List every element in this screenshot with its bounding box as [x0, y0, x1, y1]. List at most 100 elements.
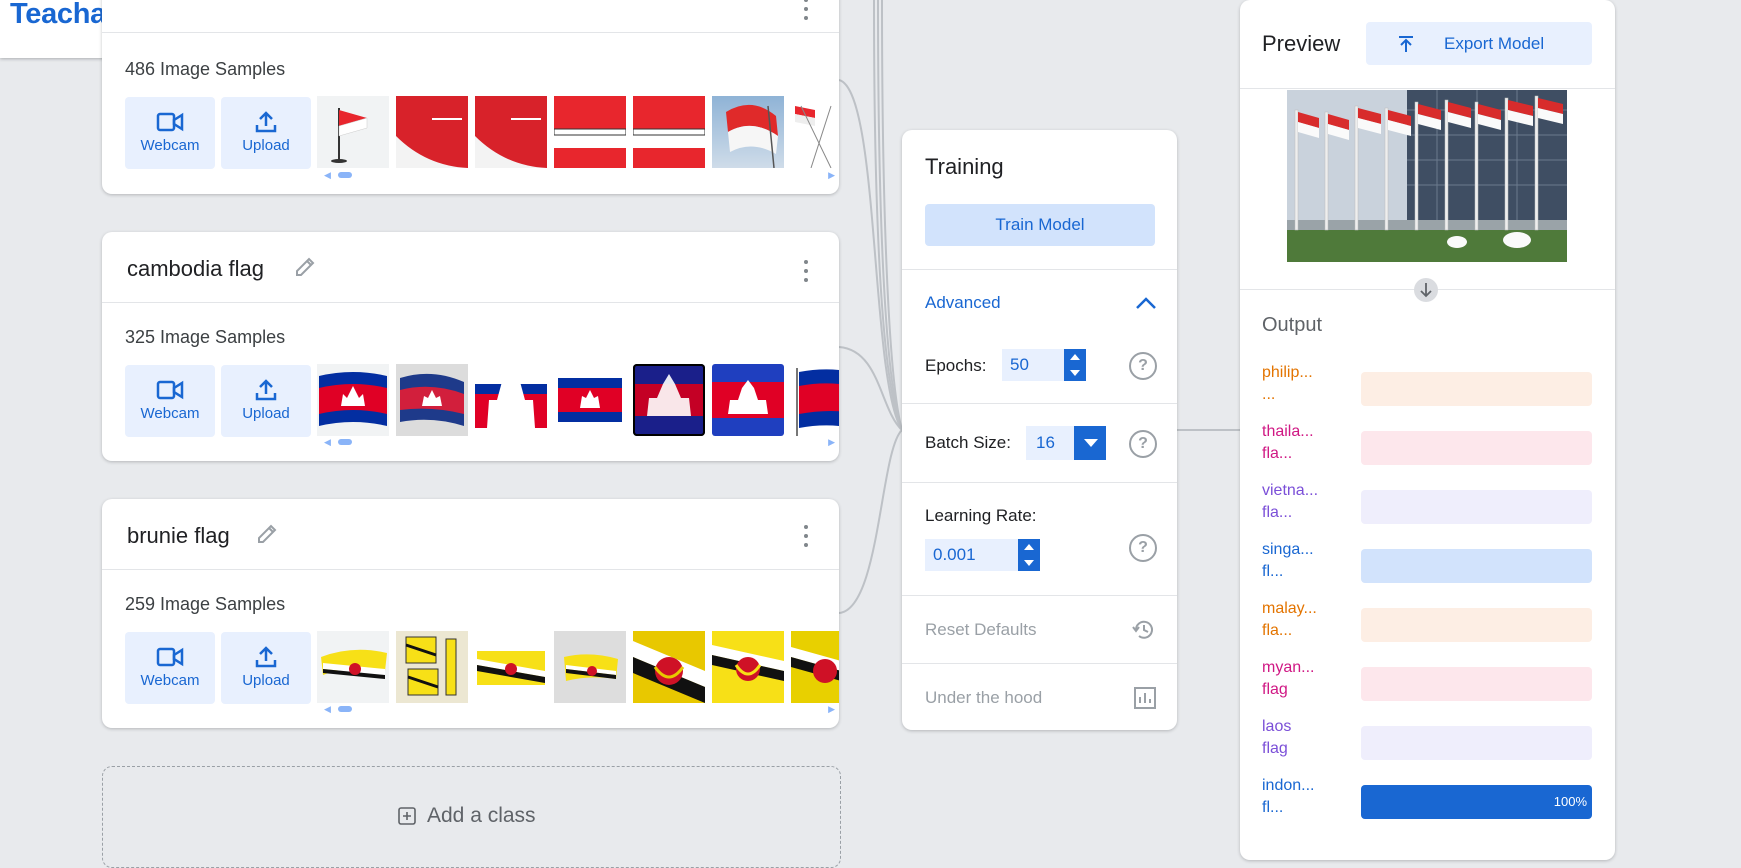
webcam-button[interactable]: Webcam [125, 632, 215, 704]
help-icon[interactable]: ? [1129, 430, 1157, 458]
output-row: singa... fl... [1262, 539, 1592, 589]
webcam-icon [156, 380, 184, 400]
sample-thumbnail[interactable] [554, 631, 626, 703]
learning-rate-label: Learning Rate: [925, 506, 1037, 525]
more-options-icon[interactable] [803, 0, 809, 20]
epochs-input[interactable]: 50 [1002, 349, 1086, 381]
output-label: indon... fl... [1262, 777, 1315, 816]
divider [902, 595, 1177, 596]
output-label: myan... flag [1262, 659, 1315, 698]
sample-thumbnail[interactable] [317, 364, 389, 436]
train-model-button[interactable]: Train Model [925, 204, 1155, 246]
dropdown-arrow-icon[interactable] [1074, 426, 1106, 460]
sample-thumbnail[interactable] [475, 96, 547, 168]
divider [902, 663, 1177, 664]
output-row: philip... ... [1262, 362, 1592, 412]
webcam-button[interactable]: Webcam [125, 97, 215, 169]
sample-thumbnails[interactable] [317, 631, 839, 705]
help-icon[interactable]: ? [1129, 352, 1157, 380]
sample-thumbnail[interactable] [475, 631, 547, 703]
sample-thumbnail[interactable] [712, 364, 784, 436]
sample-thumbnail[interactable] [317, 631, 389, 703]
output-title: Output [1262, 314, 1323, 336]
upload-button[interactable]: Upload [221, 365, 311, 437]
arrow-down-icon[interactable] [1414, 278, 1438, 302]
upload-icon [255, 646, 277, 668]
output-label: singa... fl... [1262, 541, 1314, 580]
history-icon[interactable] [1131, 617, 1157, 643]
epochs-stepper[interactable] [1064, 349, 1086, 381]
learning-rate-input[interactable]: 0.001 [925, 539, 1040, 571]
thumbnail-scrollbar[interactable]: ◀ ▶ [324, 704, 839, 714]
samples-count: 325 Image Samples [125, 327, 286, 347]
edit-pencil-icon[interactable] [292, 254, 318, 280]
epochs-label: Epochs: [925, 356, 987, 375]
preview-image [1287, 90, 1567, 262]
sample-thumbnail[interactable] [712, 96, 784, 168]
output-label: vietna... fla... [1262, 482, 1319, 521]
sample-thumbnail[interactable] [791, 631, 839, 703]
sample-thumbnail[interactable] [396, 631, 468, 703]
confidence-bar [1361, 490, 1592, 524]
bar-chart-icon[interactable] [1133, 686, 1157, 710]
sample-thumbnail[interactable] [554, 96, 626, 168]
under-the-hood-button[interactable]: Under the hood [925, 688, 1042, 708]
samples-count: 486 Image Samples [125, 59, 286, 79]
export-icon [1399, 36, 1413, 52]
samples-count: 259 Image Samples [125, 594, 286, 614]
add-class-button[interactable]: Add a class [102, 766, 841, 868]
output-label: malay... fla... [1262, 600, 1317, 639]
confidence-bar [1361, 726, 1592, 760]
sample-thumbnail[interactable] [712, 631, 784, 703]
class-header: brunie flag [102, 499, 839, 570]
webcam-button[interactable]: Webcam [125, 365, 215, 437]
sample-thumbnail[interactable] [317, 96, 389, 168]
advanced-toggle[interactable]: Advanced [925, 293, 1001, 313]
sample-thumbnails[interactable] [317, 96, 839, 170]
output-label: laos flag [1262, 718, 1292, 757]
sample-thumbnail[interactable] [791, 96, 839, 168]
thumbnail-scrollbar[interactable]: ◀ ▶ [324, 437, 839, 447]
sample-thumbnail[interactable] [396, 96, 468, 168]
upload-button[interactable]: Upload [221, 97, 311, 169]
upload-icon [255, 111, 277, 133]
confidence-bar [1361, 608, 1592, 642]
training-panel: Training Train Model Advanced Epochs: 50… [902, 130, 1177, 730]
confidence-bar [1361, 549, 1592, 583]
sample-thumbnail[interactable] [633, 96, 705, 168]
sample-thumbnail[interactable] [554, 364, 626, 436]
more-options-icon[interactable] [803, 260, 809, 282]
output-label: philip... ... [1262, 364, 1313, 403]
sample-thumbnails[interactable] [317, 364, 839, 438]
more-options-icon[interactable] [803, 525, 809, 547]
sample-thumbnail[interactable] [475, 364, 547, 436]
output-row: thaila... fla... [1262, 421, 1592, 471]
confidence-bar [1361, 372, 1592, 406]
class-name[interactable]: cambodia flag [127, 256, 264, 282]
sample-thumbnail[interactable] [633, 631, 705, 703]
export-model-button[interactable]: Export Model [1366, 22, 1592, 65]
upload-icon [255, 379, 277, 401]
upload-button[interactable]: Upload [221, 632, 311, 704]
class-card: brunie flag 259 Image Samples Webcam Upl… [102, 499, 839, 728]
confidence-bar [1361, 667, 1592, 701]
class-card: 486 Image Samples Webcam Upload ◀ ▶ [102, 0, 839, 194]
confidence-bar: 100% [1361, 785, 1592, 819]
webcam-icon [156, 112, 184, 132]
reset-defaults-button[interactable]: Reset Defaults [925, 620, 1037, 640]
output-row: laos flag [1262, 716, 1592, 766]
chevron-up-icon[interactable] [1135, 296, 1157, 310]
sample-thumbnail[interactable] [396, 364, 468, 436]
class-card: cambodia flag 325 Image Samples Webcam U… [102, 232, 839, 461]
sample-thumbnail[interactable] [791, 364, 839, 436]
help-icon[interactable]: ? [1129, 534, 1157, 562]
class-name[interactable]: brunie flag [127, 523, 230, 549]
learning-rate-stepper[interactable] [1018, 539, 1040, 571]
training-title: Training [925, 154, 1004, 179]
edit-pencil-icon[interactable] [254, 521, 280, 547]
batch-size-select[interactable]: 16 [1026, 426, 1106, 460]
add-box-icon [398, 807, 416, 825]
sample-thumbnail[interactable] [633, 364, 705, 436]
class-header: cambodia flag [102, 232, 839, 303]
thumbnail-scrollbar[interactable]: ◀ ▶ [324, 170, 839, 180]
